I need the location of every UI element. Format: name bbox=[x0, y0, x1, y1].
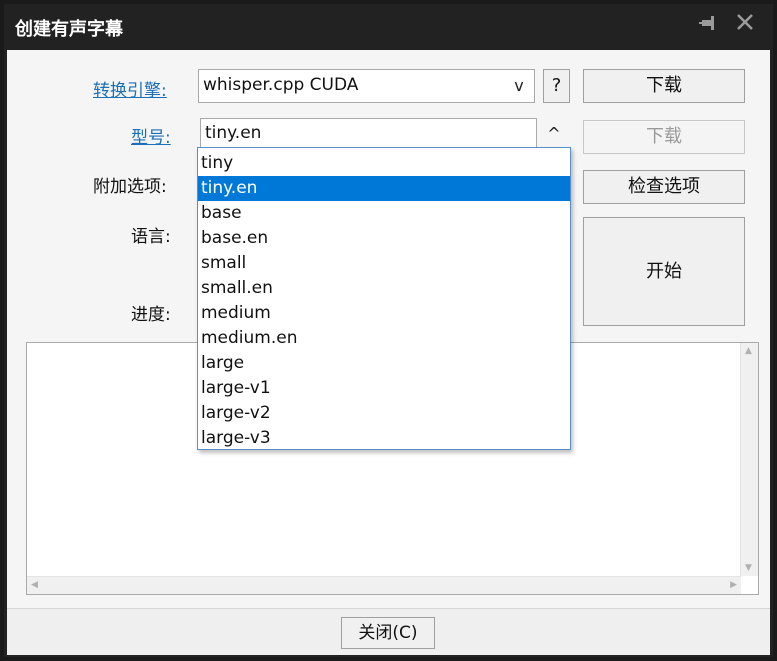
scroll-up-icon[interactable]: ▲ bbox=[745, 346, 752, 356]
close-button[interactable]: 关闭(C) bbox=[341, 617, 435, 649]
model-value: tiny.en bbox=[205, 123, 262, 143]
dropdown-option[interactable]: large-v2 bbox=[198, 401, 570, 426]
language-label: 语言: bbox=[131, 227, 171, 247]
dropdown-option[interactable]: large-v3 bbox=[198, 426, 570, 451]
scroll-left-icon[interactable]: ◀ bbox=[31, 580, 38, 590]
vertical-scrollbar[interactable]: ▲ ▼ bbox=[740, 343, 758, 576]
scroll-right-icon[interactable]: ▶ bbox=[730, 580, 737, 590]
model-dropdown-list[interactable]: tiny tiny.en base base.en small small.en mediu… bbox=[197, 147, 571, 450]
close-icon[interactable] bbox=[732, 12, 758, 40]
help-button[interactable]: ? bbox=[543, 69, 570, 103]
dropdown-option[interactable]: medium bbox=[198, 301, 570, 326]
chevron-up-icon[interactable]: ^ bbox=[537, 118, 571, 150]
dropdown-option[interactable]: small bbox=[198, 251, 570, 276]
dropdown-option[interactable]: base.en bbox=[198, 226, 570, 251]
dialog-footer: 关闭(C) bbox=[7, 608, 770, 655]
dropdown-option[interactable]: tiny.en bbox=[198, 176, 570, 201]
check-options-button[interactable]: 检查选项 bbox=[583, 170, 745, 204]
download-button[interactable]: 下载 bbox=[583, 69, 745, 103]
engine-combobox[interactable]: whisper.cpp CUDA v bbox=[198, 69, 535, 103]
pin-icon[interactable] bbox=[696, 12, 722, 40]
dropdown-option[interactable]: medium.en bbox=[198, 326, 570, 351]
model-combobox[interactable]: tiny.en bbox=[200, 118, 537, 150]
dropdown-option[interactable]: large-v1 bbox=[198, 376, 570, 401]
progress-label: 进度: bbox=[131, 305, 171, 325]
chevron-down-icon[interactable]: v bbox=[504, 70, 534, 102]
options-label: 附加选项: bbox=[93, 177, 167, 197]
engine-value: whisper.cpp CUDA bbox=[203, 75, 359, 95]
download-model-button[interactable]: 下载 bbox=[583, 120, 745, 154]
dropdown-option[interactable]: large bbox=[198, 351, 570, 376]
model-label[interactable]: 型号: bbox=[131, 123, 171, 148]
start-button[interactable]: 开始 bbox=[583, 217, 745, 326]
horizontal-scrollbar[interactable]: ◀ ▶ bbox=[27, 576, 741, 594]
dropdown-option[interactable]: base bbox=[198, 201, 570, 226]
window-title: 创建有声字幕 bbox=[15, 19, 123, 40]
dropdown-option[interactable]: tiny bbox=[198, 151, 570, 176]
title-bar: 创建有声字幕 bbox=[4, 4, 773, 50]
engine-label[interactable]: 转换引擎: bbox=[93, 76, 167, 101]
dropdown-option[interactable]: small.en bbox=[198, 276, 570, 301]
scroll-down-icon[interactable]: ▼ bbox=[745, 563, 752, 573]
